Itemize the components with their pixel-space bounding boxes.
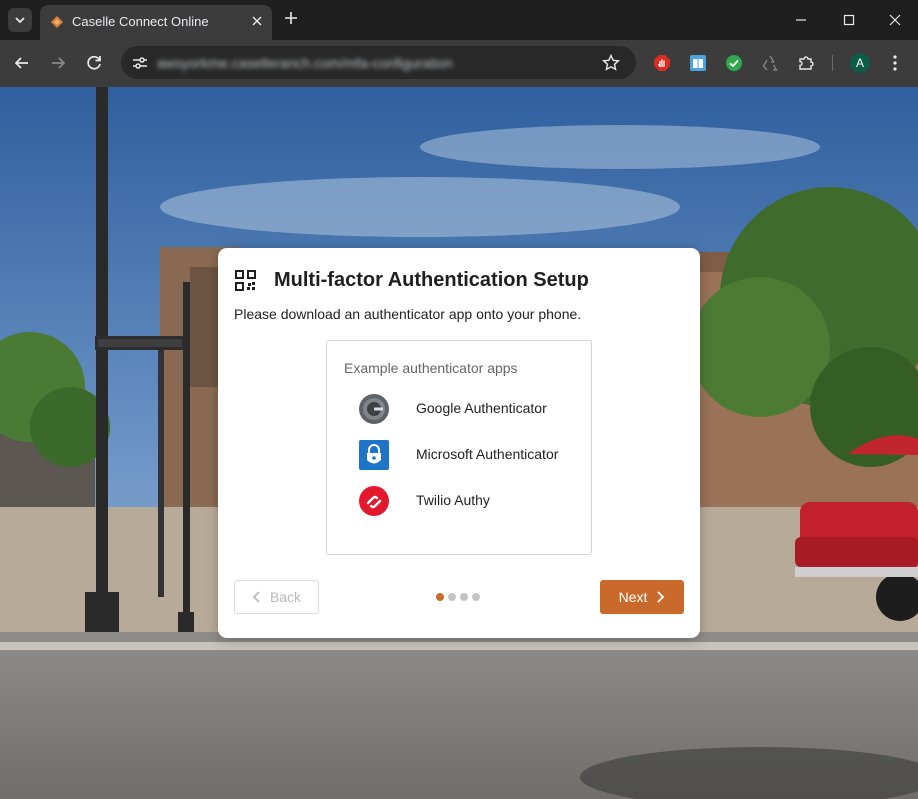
back-button[interactable]: Back [234,580,319,614]
mfa-setup-dialog: Multi-factor Authentication Setup Please… [218,248,700,638]
app-name: Google Authenticator [416,400,547,416]
maximize-button[interactable] [839,10,859,30]
arrow-left-icon [14,57,28,69]
example-apps-panel: Example authenticator apps Google Authen… [326,340,592,555]
list-item: Twilio Authy [327,484,593,518]
step-dot [460,593,468,601]
step-dot [472,593,480,601]
star-icon [601,53,621,71]
next-button[interactable]: Next [600,580,684,614]
extension-stop-button[interactable] [653,54,671,72]
address-bar[interactable]: awsyorkme.caselleranch.com/mfa-configura… [121,46,636,79]
arrow-right-icon [52,57,66,69]
bookmark-button[interactable] [601,53,621,73]
tab-search-button[interactable] [8,8,32,32]
tab-title: Caselle Connect Online [72,14,209,29]
google-authenticator-icon [359,394,389,424]
apps-caption: Example authenticator apps [344,360,518,376]
list-item: Google Authenticator [327,392,593,426]
step-dot [436,593,444,601]
chevron-down-icon [15,17,25,24]
twilio-authy-icon [359,486,389,516]
browser-toolbar: awsyorkme.caselleranch.com/mfa-configura… [0,40,918,87]
app-name: Twilio Authy [416,492,490,508]
forward-nav-button[interactable] [47,52,69,74]
next-button-label: Next [618,589,648,605]
tune-icon [133,57,147,69]
close-tab-button[interactable] [249,14,265,30]
step-indicator [436,593,480,601]
reload-button[interactable] [83,52,105,74]
puzzle-icon [799,56,814,70]
microsoft-authenticator-icon [359,440,389,470]
check-circle-icon [726,55,742,71]
caselle-logo-icon [51,16,63,28]
close-window-button[interactable] [885,10,905,30]
new-tab-button[interactable] [281,10,301,30]
browser-menu-button[interactable] [886,53,904,73]
plus-icon [285,12,297,24]
more-vert-icon [893,55,897,71]
site-info-button[interactable] [129,52,151,74]
toolbar-separator [832,55,833,71]
extensions-menu-button[interactable] [797,54,815,72]
maximize-icon [843,14,855,26]
chevron-left-icon [252,591,260,603]
back-button-label: Back [269,589,302,605]
extension-recycle-button[interactable] [761,54,779,72]
back-nav-button[interactable] [11,52,33,74]
close-icon [252,16,262,26]
dialog-instructions: Please download an authenticator app ont… [234,306,582,322]
list-item: Microsoft Authenticator [327,438,593,472]
url-text: awsyorkme.caselleranch.com/mfa-configura… [157,55,453,71]
minimize-button[interactable] [791,10,811,30]
book-icon [690,55,706,71]
extension-book-button[interactable] [689,54,707,72]
chevron-right-icon [657,591,665,603]
active-tab[interactable]: Caselle Connect Online [40,5,272,40]
tab-strip: Caselle Connect Online [0,0,918,40]
hand-stop-icon [654,55,670,71]
dialog-title: Multi-factor Authentication Setup [274,269,589,291]
qr-code-icon [235,270,256,291]
extension-check-button[interactable] [725,54,743,72]
minimize-icon [796,19,806,21]
recycle-icon [762,55,778,71]
close-window-icon [889,14,901,26]
app-name: Microsoft Authenticator [416,446,559,462]
step-dot [448,593,456,601]
profile-avatar[interactable]: A [850,53,870,73]
reload-icon [87,55,101,70]
